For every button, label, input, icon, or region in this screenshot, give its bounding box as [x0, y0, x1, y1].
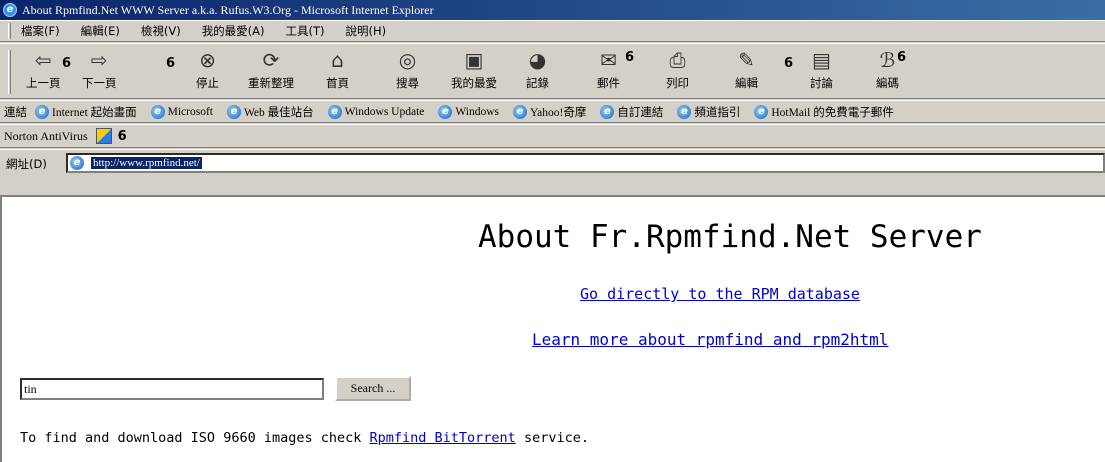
link-microsoft[interactable]: e Microsoft — [150, 104, 213, 119]
ie-page-icon: e — [227, 104, 241, 119]
ie-page-icon: e — [600, 104, 615, 119]
page-content: About Fr.Rpmfind.Net Server Go directly … — [0, 195, 1105, 462]
link-windows[interactable]: e Windows — [438, 104, 499, 119]
norton-antivirus-icon[interactable] — [95, 128, 112, 144]
window-title: About Rpmfind.Net WWW Server a.k.a. Rufu… — [22, 2, 434, 17]
menu-bar: 檔案(F) 編輯(E) 檢視(V) 我的最愛(A) 工具(T) 說明(H) — [0, 20, 1105, 42]
edit-button[interactable]: ✎ 編輯 — [735, 46, 758, 98]
norton-label: Norton AntiVirus — [4, 128, 88, 143]
back-button[interactable]: ⇦ 上一頁 — [26, 46, 61, 98]
address-url: http://www.rpmfind.net/ — [91, 157, 202, 169]
ie-page-icon: e — [754, 104, 769, 119]
favorites-button[interactable]: ▣ 我的最愛 — [451, 46, 497, 98]
norton-dropdown-icon[interactable]: 6 — [118, 129, 127, 144]
links-label: 連結 — [4, 104, 27, 119]
link-channel-guide[interactable]: e 頻道指引 — [677, 104, 740, 120]
menu-bar-grip[interactable] — [8, 23, 11, 39]
menu-file[interactable]: 檔案(F) — [21, 23, 60, 39]
stop-button[interactable]: ⊗ 停止 — [196, 46, 219, 98]
refresh-button[interactable]: ⟳ 重新整理 — [248, 46, 294, 98]
iso-info-text: To find and download ISO 9660 images che… — [20, 430, 589, 446]
search-globe-icon: ◎ — [398, 48, 417, 72]
forward-arrow-icon: ⇨ — [90, 48, 108, 72]
ie-page-icon: e — [438, 104, 453, 119]
rpm-database-link[interactable]: Go directly to the RPM database — [580, 285, 860, 303]
printer-icon: ⎙ — [669, 48, 686, 72]
history-button[interactable]: ◕ 記錄 — [526, 46, 549, 98]
menu-favorites[interactable]: 我的最愛(A) — [202, 23, 265, 39]
link-yahoo[interactable]: e Yahoo!奇摩 — [513, 104, 586, 120]
encoding-icon: ℬ — [879, 48, 896, 72]
menu-help[interactable]: 說明(H) — [346, 23, 387, 39]
encoding-button[interactable]: ℬ 編碼 — [876, 46, 899, 98]
ie-page-icon: e — [677, 104, 692, 119]
search-input[interactable]: tin — [20, 378, 324, 400]
standard-toolbar: ⇦ 上一頁 6 ⇨ 下一頁 6 ⊗ 停止 ⟳ 重新整理 ⌂ 首頁 ◎ 搜尋 ▣ … — [0, 43, 1105, 99]
home-button[interactable]: ⌂ 首頁 — [326, 46, 349, 98]
history-icon: ◕ — [528, 48, 547, 72]
encoding-dropdown-icon[interactable]: 6 — [897, 50, 906, 65]
refresh-icon: ⟳ — [262, 48, 280, 72]
norton-toolbar: Norton AntiVirus 6 — [0, 124, 1105, 148]
links-bar: 連結 e Internet 起始畫面 e Microsoft e Web 最佳站台 e… — [0, 100, 1105, 123]
home-icon: ⌂ — [331, 48, 344, 72]
menu-tools[interactable]: 工具(T) — [286, 23, 325, 39]
ie-page-icon: e — [150, 104, 165, 119]
link-internet-start[interactable]: e Internet 起始畫面 — [35, 104, 137, 120]
window-title-bar[interactable]: e About Rpmfind.Net WWW Server a.k.a. Ru… — [0, 0, 1105, 20]
ie-page-icon: e — [70, 156, 84, 170]
address-input[interactable]: e http://www.rpmfind.net/ — [66, 153, 1105, 173]
mail-button[interactable]: ✉ 郵件 — [597, 46, 620, 98]
ie-page-icon: e — [35, 104, 49, 119]
ie-page-icon: e — [513, 104, 527, 119]
link-web-best-sites[interactable]: e Web 最佳站台 — [227, 104, 314, 120]
toolbar-grip[interactable] — [8, 50, 11, 94]
ie-page-icon: e — [327, 104, 342, 119]
search-toolbar-button[interactable]: ◎ 搜尋 — [396, 46, 419, 98]
address-bar: 網址(D) e http://www.rpmfind.net/ — [0, 149, 1105, 194]
edit-dropdown-icon[interactable]: 6 — [784, 56, 793, 71]
forward-button[interactable]: ⇨ 下一頁 — [82, 46, 117, 98]
page-title: About Fr.Rpmfind.Net Server — [478, 219, 982, 255]
ie-logo-icon: e — [3, 3, 17, 17]
menu-view[interactable]: 檢視(V) — [141, 23, 181, 39]
edit-page-icon: ✎ — [738, 48, 755, 72]
link-windows-update[interactable]: e Windows Update — [327, 104, 424, 119]
search-button[interactable]: Search ... — [335, 376, 411, 401]
address-label: 網址(D) — [6, 157, 47, 171]
learn-more-link[interactable]: Learn more about rpmfind and rpm2html — [532, 330, 888, 349]
link-hotmail[interactable]: e HotMail 的免費電子郵件 — [754, 104, 894, 120]
link-custom-links[interactable]: e 自訂連結 — [600, 104, 663, 120]
mail-dropdown-icon[interactable]: 6 — [625, 50, 634, 65]
discuss-button[interactable]: ▤ 討論 — [810, 46, 833, 98]
back-arrow-icon: ⇦ — [34, 48, 52, 72]
discuss-icon: ▤ — [812, 48, 831, 72]
mail-icon: ✉ — [600, 48, 617, 72]
stop-icon: ⊗ — [199, 48, 216, 72]
print-button[interactable]: ⎙ 列印 — [666, 46, 689, 98]
back-dropdown-icon[interactable]: 6 — [62, 56, 71, 71]
bittorrent-link[interactable]: Rpmfind BitTorrent — [370, 430, 516, 446]
menu-edit[interactable]: 編輯(E) — [81, 23, 120, 39]
forward-dropdown-icon[interactable]: 6 — [166, 56, 175, 71]
favorites-folder-icon: ▣ — [464, 48, 484, 72]
